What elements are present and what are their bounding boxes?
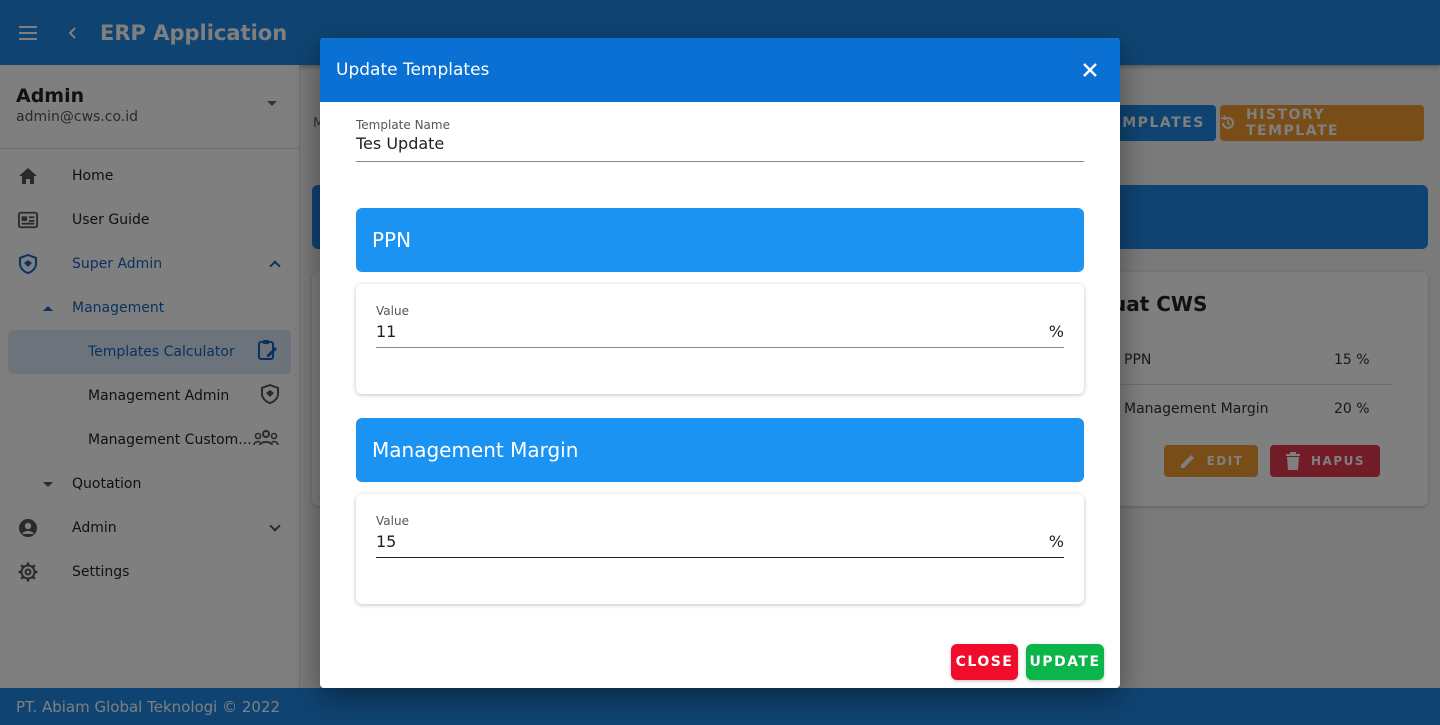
update-templates-dialog: Update Templates Template Name Tes Updat… [320, 38, 1120, 688]
value-label: Value [376, 304, 409, 318]
section-card-management-margin: Value 15 % [356, 494, 1084, 604]
section-header-ppn: PPN [356, 208, 1084, 272]
close-button-label: CLOSE [955, 654, 1014, 670]
template-name-label: Template Name [356, 118, 450, 132]
template-name-field[interactable]: Template Name Tes Update [356, 118, 1084, 162]
ppn-value: 11 [376, 322, 397, 341]
close-button[interactable]: CLOSE [951, 644, 1018, 680]
ppn-value-input[interactable]: 11 % [376, 322, 1064, 348]
close-icon[interactable] [1078, 58, 1102, 82]
percent-suffix: % [1048, 532, 1064, 551]
template-name-input[interactable]: Tes Update [356, 134, 1084, 162]
update-button-label: UPDATE [1029, 654, 1101, 670]
dialog-header: Update Templates [320, 38, 1120, 102]
dialog-title: Update Templates [336, 60, 490, 80]
value-label: Value [376, 514, 409, 528]
percent-suffix: % [1048, 322, 1064, 341]
section-header-management-margin: Management Margin [356, 418, 1084, 482]
section-card-ppn: Value 11 % [356, 284, 1084, 394]
update-button[interactable]: UPDATE [1026, 644, 1104, 680]
management-margin-value-input[interactable]: 15 % [376, 532, 1064, 558]
management-margin-value: 15 [376, 532, 397, 551]
